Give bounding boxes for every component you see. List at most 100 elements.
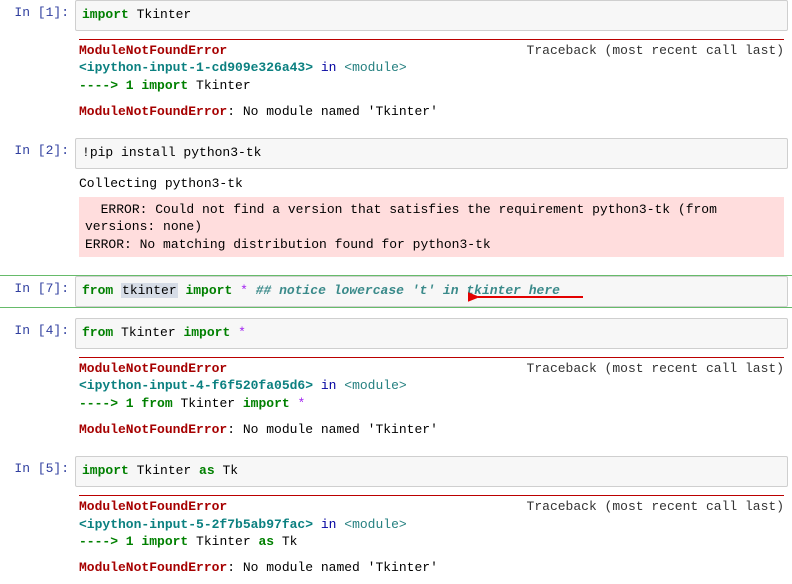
pip-error-line: ERROR: Could not find a version that sat…	[85, 201, 778, 236]
traceback-in: in	[313, 378, 344, 393]
output-cell: Collecting python3-tk ERROR: Could not f…	[0, 169, 792, 265]
pip-error-block: ERROR: Could not find a version that sat…	[79, 197, 784, 258]
output-cell: ModuleNotFoundErrorTraceback (most recen…	[0, 349, 792, 446]
traceback-label: Traceback (most recent call last)	[407, 360, 784, 378]
code-token	[113, 283, 121, 298]
code-token: import	[183, 325, 230, 340]
code-token: from	[82, 283, 113, 298]
code-token: from	[141, 396, 172, 411]
notebook-container: In [1]:import TkinterModuleNotFoundError…	[0, 0, 792, 584]
cell-content: import Tkinter as Tk	[75, 456, 792, 487]
output-cell: ModuleNotFoundError Traceback (most recen…	[0, 487, 792, 584]
code-token: ----> 1	[79, 396, 141, 411]
traceback-in: in	[313, 517, 344, 532]
code-token: import	[141, 534, 188, 549]
code-token: import	[141, 78, 188, 93]
traceback-file: <ipython-input-4-f6f520fa05d6>	[79, 378, 313, 393]
code-token: !	[82, 145, 90, 160]
traceback-location: <ipython-input-4-f6f520fa05d6> in <modul…	[79, 377, 784, 395]
input-prompt: In [5]:	[0, 456, 75, 487]
code-token: import	[185, 283, 232, 298]
code-token: ----> 1	[79, 534, 141, 549]
output-prompt	[0, 487, 75, 584]
cell-content: import Tkinter	[75, 0, 792, 31]
code-token: Tkinter	[113, 325, 183, 340]
code-token: Tkinter	[129, 463, 199, 478]
traceback-final: ModuleNotFoundError: No module named 'Tk…	[79, 421, 784, 439]
code-token: Tkinter	[188, 78, 250, 93]
code-input[interactable]: !pip install python3-tk	[75, 138, 788, 169]
output-area: ModuleNotFoundError Traceback (most recen…	[75, 31, 788, 128]
traceback-location: <ipython-input-5-2f7b5ab97fac> in <modul…	[79, 516, 784, 534]
code-input[interactable]: from tkinter import * ## notice lowercas…	[75, 276, 788, 307]
code-input[interactable]: import Tkinter as Tk	[75, 456, 788, 487]
traceback-final: ModuleNotFoundError: No module named 'Tk…	[79, 559, 784, 577]
code-token: import	[243, 396, 290, 411]
code-token	[230, 325, 238, 340]
traceback-header: ModuleNotFoundErrorTraceback (most recen…	[79, 360, 784, 378]
traceback-divider	[79, 495, 784, 496]
traceback-label: Traceback (most recent call last)	[407, 42, 784, 60]
traceback-module: <module>	[344, 517, 406, 532]
code-token: *	[297, 396, 305, 411]
traceback-file: <ipython-input-1-cd909e326a43>	[79, 60, 313, 75]
code-token: Tk	[274, 534, 297, 549]
cell-content: from tkinter import * ## notice lowercas…	[75, 276, 792, 307]
input-prompt: In [1]:	[0, 0, 75, 31]
pip-error-line: ERROR: No matching distribution found fo…	[85, 236, 778, 254]
code-input[interactable]: from Tkinter import *	[75, 318, 788, 349]
code-cell[interactable]: In [1]:import Tkinter	[0, 0, 792, 31]
code-token	[248, 283, 256, 298]
output-cell: ModuleNotFoundError Traceback (most recen…	[0, 31, 792, 128]
error-name: ModuleNotFoundError	[79, 498, 227, 516]
error-name: ModuleNotFoundError	[79, 560, 227, 575]
traceback-label: Traceback (most recent call last)	[407, 498, 784, 516]
code-token: as	[258, 534, 274, 549]
error-name: ModuleNotFoundError	[79, 104, 227, 119]
code-token: Tkinter	[173, 396, 243, 411]
code-cell[interactable]: In [4]:from Tkinter import *	[0, 318, 792, 349]
code-token: Tkinter	[188, 534, 258, 549]
traceback-arrow-line: ----> 1 from Tkinter import *	[79, 395, 784, 413]
output-prompt	[0, 31, 75, 128]
traceback-arrow-line: ----> 1 import Tkinter as Tk	[79, 533, 784, 551]
traceback-divider	[79, 39, 784, 40]
code-cell[interactable]: In [5]:import Tkinter as Tk	[0, 456, 792, 487]
traceback-location: <ipython-input-1-cd909e326a43> in <modul…	[79, 59, 784, 77]
code-cell[interactable]: In [7]:from tkinter import * ## notice l…	[0, 275, 792, 308]
traceback-in: in	[313, 60, 344, 75]
code-token: import	[82, 463, 129, 478]
cell-content: from Tkinter import *	[75, 318, 792, 349]
code-token: tkinter	[121, 283, 178, 298]
output-prompt	[0, 349, 75, 446]
code-token: pip install python3-tk	[90, 145, 262, 160]
traceback-final: ModuleNotFoundError: No module named 'Tk…	[79, 103, 784, 121]
traceback-header: ModuleNotFoundError Traceback (most recen…	[79, 42, 784, 60]
input-prompt: In [4]:	[0, 318, 75, 349]
error-message: : No module named 'Tkinter'	[227, 422, 438, 437]
error-name: ModuleNotFoundError	[79, 42, 227, 60]
code-token: Tkinter	[129, 7, 191, 22]
traceback-file: <ipython-input-5-2f7b5ab97fac>	[79, 517, 313, 532]
traceback-divider	[79, 357, 784, 358]
code-token: import	[82, 7, 129, 22]
traceback-module: <module>	[344, 60, 406, 75]
output-area: Collecting python3-tk ERROR: Could not f…	[75, 169, 788, 265]
input-prompt: In [2]:	[0, 138, 75, 169]
code-cell[interactable]: In [2]:!pip install python3-tk	[0, 138, 792, 169]
output-area: ModuleNotFoundError Traceback (most recen…	[75, 487, 788, 584]
error-message: : No module named 'Tkinter'	[227, 104, 438, 119]
code-token: *	[238, 325, 246, 340]
code-input[interactable]: import Tkinter	[75, 0, 788, 31]
code-token: as	[199, 463, 215, 478]
pip-output-line: Collecting python3-tk	[79, 175, 784, 193]
output-prompt	[0, 169, 75, 265]
cell-content: !pip install python3-tk	[75, 138, 792, 169]
traceback-module: <module>	[344, 378, 406, 393]
code-token: from	[82, 325, 113, 340]
traceback-header: ModuleNotFoundError Traceback (most recen…	[79, 498, 784, 516]
code-token: *	[240, 283, 248, 298]
error-message: : No module named 'Tkinter'	[227, 560, 438, 575]
code-token	[232, 283, 240, 298]
code-token: ----> 1	[79, 78, 141, 93]
